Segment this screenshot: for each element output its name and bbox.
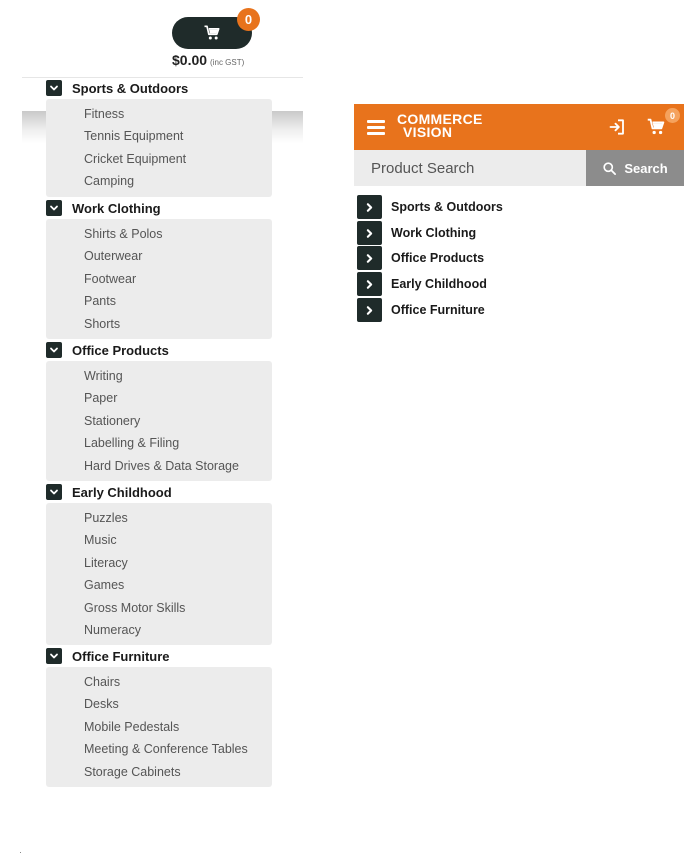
mobile-category-item[interactable]: Office Products (357, 246, 484, 270)
category-header[interactable]: Office Furniture (46, 646, 170, 666)
cart-icon[interactable] (645, 116, 667, 138)
search-icon (603, 161, 617, 175)
category-title: Work Clothing (72, 200, 161, 216)
search-input[interactable] (354, 150, 586, 186)
cart-icon (204, 25, 220, 40)
mobile-header: COMMERCE VISION 0 (354, 104, 684, 150)
category-title: Office Furniture (72, 648, 170, 664)
subcategory-link[interactable]: Desks (46, 693, 272, 715)
category-title: Office Products (72, 342, 169, 358)
chevron-right-icon[interactable] (357, 221, 382, 245)
subcategory-link[interactable]: Games (46, 574, 272, 596)
mobile-category-label: Office Products (391, 251, 485, 265)
cart-count-badge: 0 (665, 108, 680, 123)
mobile-category-label: Early Childhood (391, 277, 487, 291)
subcategory-link[interactable]: Shorts (46, 313, 272, 335)
search-button[interactable]: Search (586, 150, 684, 186)
subcategory-link[interactable]: Chairs (46, 671, 272, 693)
subcategory-list: Shirts & Polos Outerwear Footwear Pants Shor… (46, 219, 272, 339)
chevron-right-icon[interactable] (357, 298, 382, 322)
subcategory-list: Writing Paper Stationery Labelling & Filing… (46, 361, 272, 481)
chevron-down-icon[interactable] (46, 80, 62, 96)
subcategory-link[interactable]: Fitness (46, 103, 272, 125)
cart-tax-note: (inc GST) (210, 58, 245, 67)
subcategory-list: Fitness Tennis Equipment Cricket Equipment… (46, 99, 272, 197)
subcategory-link[interactable]: Outerwear (46, 245, 272, 267)
login-icon[interactable] (608, 117, 628, 137)
stray-dot (20, 852, 21, 853)
search-button-label: Search (624, 160, 668, 176)
subcategory-link[interactable]: Gross Motor Skills (46, 597, 272, 619)
subcategory-link[interactable]: Cricket Equipment (46, 148, 272, 170)
chevron-down-icon[interactable] (46, 200, 62, 216)
hamburger-icon[interactable] (367, 120, 385, 135)
cart-total: $0.00 (inc GST) (172, 52, 244, 68)
subcategory-link[interactable]: Shirts & Polos (46, 223, 272, 245)
subcategory-link[interactable]: Literacy (46, 552, 272, 574)
chevron-right-icon[interactable] (357, 272, 382, 296)
category-header[interactable]: Sports & Outdoors (46, 78, 188, 98)
subcategory-link[interactable]: Mobile Pedestals (46, 716, 272, 738)
category-header[interactable]: Office Products (46, 340, 169, 360)
category-header[interactable]: Work Clothing (46, 198, 161, 218)
cart-total-amount: $0.00 (172, 52, 208, 68)
subcategory-link[interactable]: Hard Drives & Data Storage (46, 455, 272, 477)
category-header[interactable]: Early Childhood (46, 482, 172, 502)
mobile-category-item[interactable]: Early Childhood (357, 272, 487, 296)
cart-count-badge: 0 (237, 8, 260, 31)
subcategory-list: Chairs Desks Mobile Pedestals Meeting & Con… (46, 667, 272, 787)
mobile-category-item[interactable]: Office Furniture (357, 298, 485, 322)
mobile-category-item[interactable]: Work Clothing (357, 221, 476, 245)
chevron-right-icon[interactable] (357, 195, 382, 219)
chevron-down-icon[interactable] (46, 484, 62, 500)
subcategory-link[interactable]: Footwear (46, 268, 272, 290)
chevron-down-icon[interactable] (46, 648, 62, 664)
logo-line-2: VISION (403, 124, 453, 140)
mobile-category-label: Office Furniture (391, 303, 485, 317)
subcategory-link[interactable]: Meeting & Conference Tables (46, 738, 272, 760)
subcategory-link[interactable]: Music (46, 529, 272, 551)
subcategory-link[interactable]: Numeracy (46, 619, 272, 641)
category-title: Early Childhood (72, 484, 172, 500)
subcategory-link[interactable]: Labelling & Filing (46, 432, 272, 454)
logo[interactable]: COMMERCE VISION (397, 112, 483, 140)
category-title: Sports & Outdoors (72, 80, 189, 96)
subcategory-link[interactable]: Puzzles (46, 507, 272, 529)
subcategory-link[interactable]: Writing (46, 365, 272, 387)
chevron-down-icon[interactable] (46, 342, 62, 358)
chevron-right-icon[interactable] (357, 246, 382, 270)
mobile-category-label: Sports & Outdoors (391, 200, 503, 214)
subcategory-link[interactable]: Storage Cabinets (46, 761, 272, 783)
subcategory-link[interactable]: Stationery (46, 410, 272, 432)
subcategory-link[interactable]: Paper (46, 387, 272, 409)
subcategory-link[interactable]: Tennis Equipment (46, 125, 272, 147)
subcategory-list: Puzzles Music Literacy Games Gross Motor Ski… (46, 503, 272, 646)
subcategory-link[interactable]: Pants (46, 290, 272, 312)
subcategory-link[interactable]: Camping (46, 170, 272, 192)
mobile-category-item[interactable]: Sports & Outdoors (357, 195, 503, 219)
mobile-category-label: Work Clothing (391, 226, 477, 240)
